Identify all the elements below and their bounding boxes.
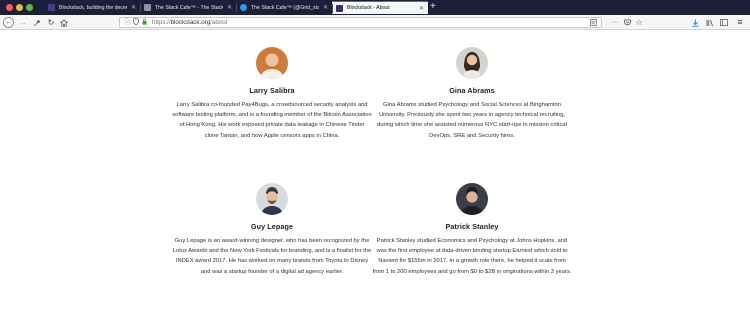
tab-stack-cafe[interactable]: The Stack Cafe™ - The Stack ✕ <box>140 1 236 14</box>
team-member-bio: Guy Lepage is an award-winning designer,… <box>172 238 372 275</box>
blockstack-favicon-icon <box>48 4 55 11</box>
close-tab-icon[interactable]: ✕ <box>323 4 328 11</box>
page-actions-menu-icon[interactable]: ··· <box>609 17 621 28</box>
forward-button[interactable]: → <box>18 17 28 28</box>
maximize-window-button[interactable] <box>26 4 33 11</box>
team-member-bio: Gina Abrams studied Psychology and Socia… <box>377 102 567 139</box>
downloads-icon[interactable] <box>690 17 700 28</box>
avatar <box>456 47 488 79</box>
reload-button[interactable]: ↻ <box>46 17 56 28</box>
back-button[interactable]: ← <box>3 17 14 28</box>
team-member-bio: Patrick Stanley studied Economics and Ps… <box>372 238 572 275</box>
team-member-card: Patrick Stanley Patrick Stanley studied … <box>372 183 572 277</box>
avatar <box>456 183 488 215</box>
team-member-card: Guy Lepage Guy Lepage is an award-winnin… <box>172 183 372 277</box>
address-bar[interactable]: ⓘ https://blockstack.org/about <box>119 17 602 28</box>
page-content: Larry Salibra Larry Salibra co-founded P… <box>0 31 750 313</box>
page-favicon-icon <box>144 4 151 11</box>
minimize-window-button[interactable] <box>16 4 23 11</box>
tab-blockstack-about[interactable]: Blockstack - About ✕ <box>332 1 428 14</box>
sidebar-icon[interactable] <box>719 17 729 28</box>
close-tab-icon[interactable]: ✕ <box>131 4 136 11</box>
team-member-card: Gina Abrams Gina Abrams studied Psycholo… <box>372 47 572 141</box>
twitter-bird-icon <box>240 4 247 11</box>
close-window-button[interactable] <box>6 4 13 11</box>
tab-stack-cafe-twitter[interactable]: The Stack Cafe™ (@Grid_stack ✕ <box>236 1 332 14</box>
tab-strip: Blockstack, building the decen ✕ The Sta… <box>0 0 750 15</box>
team-member-bio: Larry Salibra co-founded Pay4Bugs, a cro… <box>172 102 372 139</box>
blockstack-favicon-icon <box>336 4 343 12</box>
hamburger-menu-icon[interactable]: ≡ <box>734 17 746 28</box>
navigation-toolbar: ← → ↻ ⓘ https://blockstack.org/about ···… <box>0 15 750 30</box>
team-member-name: Gina Abrams <box>449 86 495 95</box>
close-tab-icon[interactable]: ✕ <box>419 5 424 12</box>
pocket-icon[interactable] <box>622 17 632 28</box>
bookmark-star-icon[interactable]: ☆ <box>634 17 644 28</box>
tracking-shield-icon[interactable] <box>133 17 139 27</box>
library-icon[interactable] <box>705 17 715 28</box>
team-member-name: Guy Lepage <box>250 222 294 231</box>
lock-icon <box>142 18 147 27</box>
avatar <box>256 47 288 79</box>
tab-blockstack-home[interactable]: Blockstack, building the decen ✕ <box>44 1 140 14</box>
avatar <box>256 183 288 215</box>
wrench-icon[interactable] <box>32 17 42 28</box>
new-tab-button[interactable]: + <box>430 1 436 13</box>
url-text: https://blockstack.org/about <box>152 19 228 26</box>
close-tab-icon[interactable]: ✕ <box>227 4 232 11</box>
team-member-card: Larry Salibra Larry Salibra co-founded P… <box>172 47 372 141</box>
reader-view-icon[interactable] <box>590 19 597 28</box>
home-button[interactable] <box>59 17 69 28</box>
info-icon[interactable]: ⓘ <box>124 20 130 26</box>
team-member-name: Patrick Stanley <box>445 222 499 231</box>
team-member-name: Larry Salibra <box>249 86 295 95</box>
